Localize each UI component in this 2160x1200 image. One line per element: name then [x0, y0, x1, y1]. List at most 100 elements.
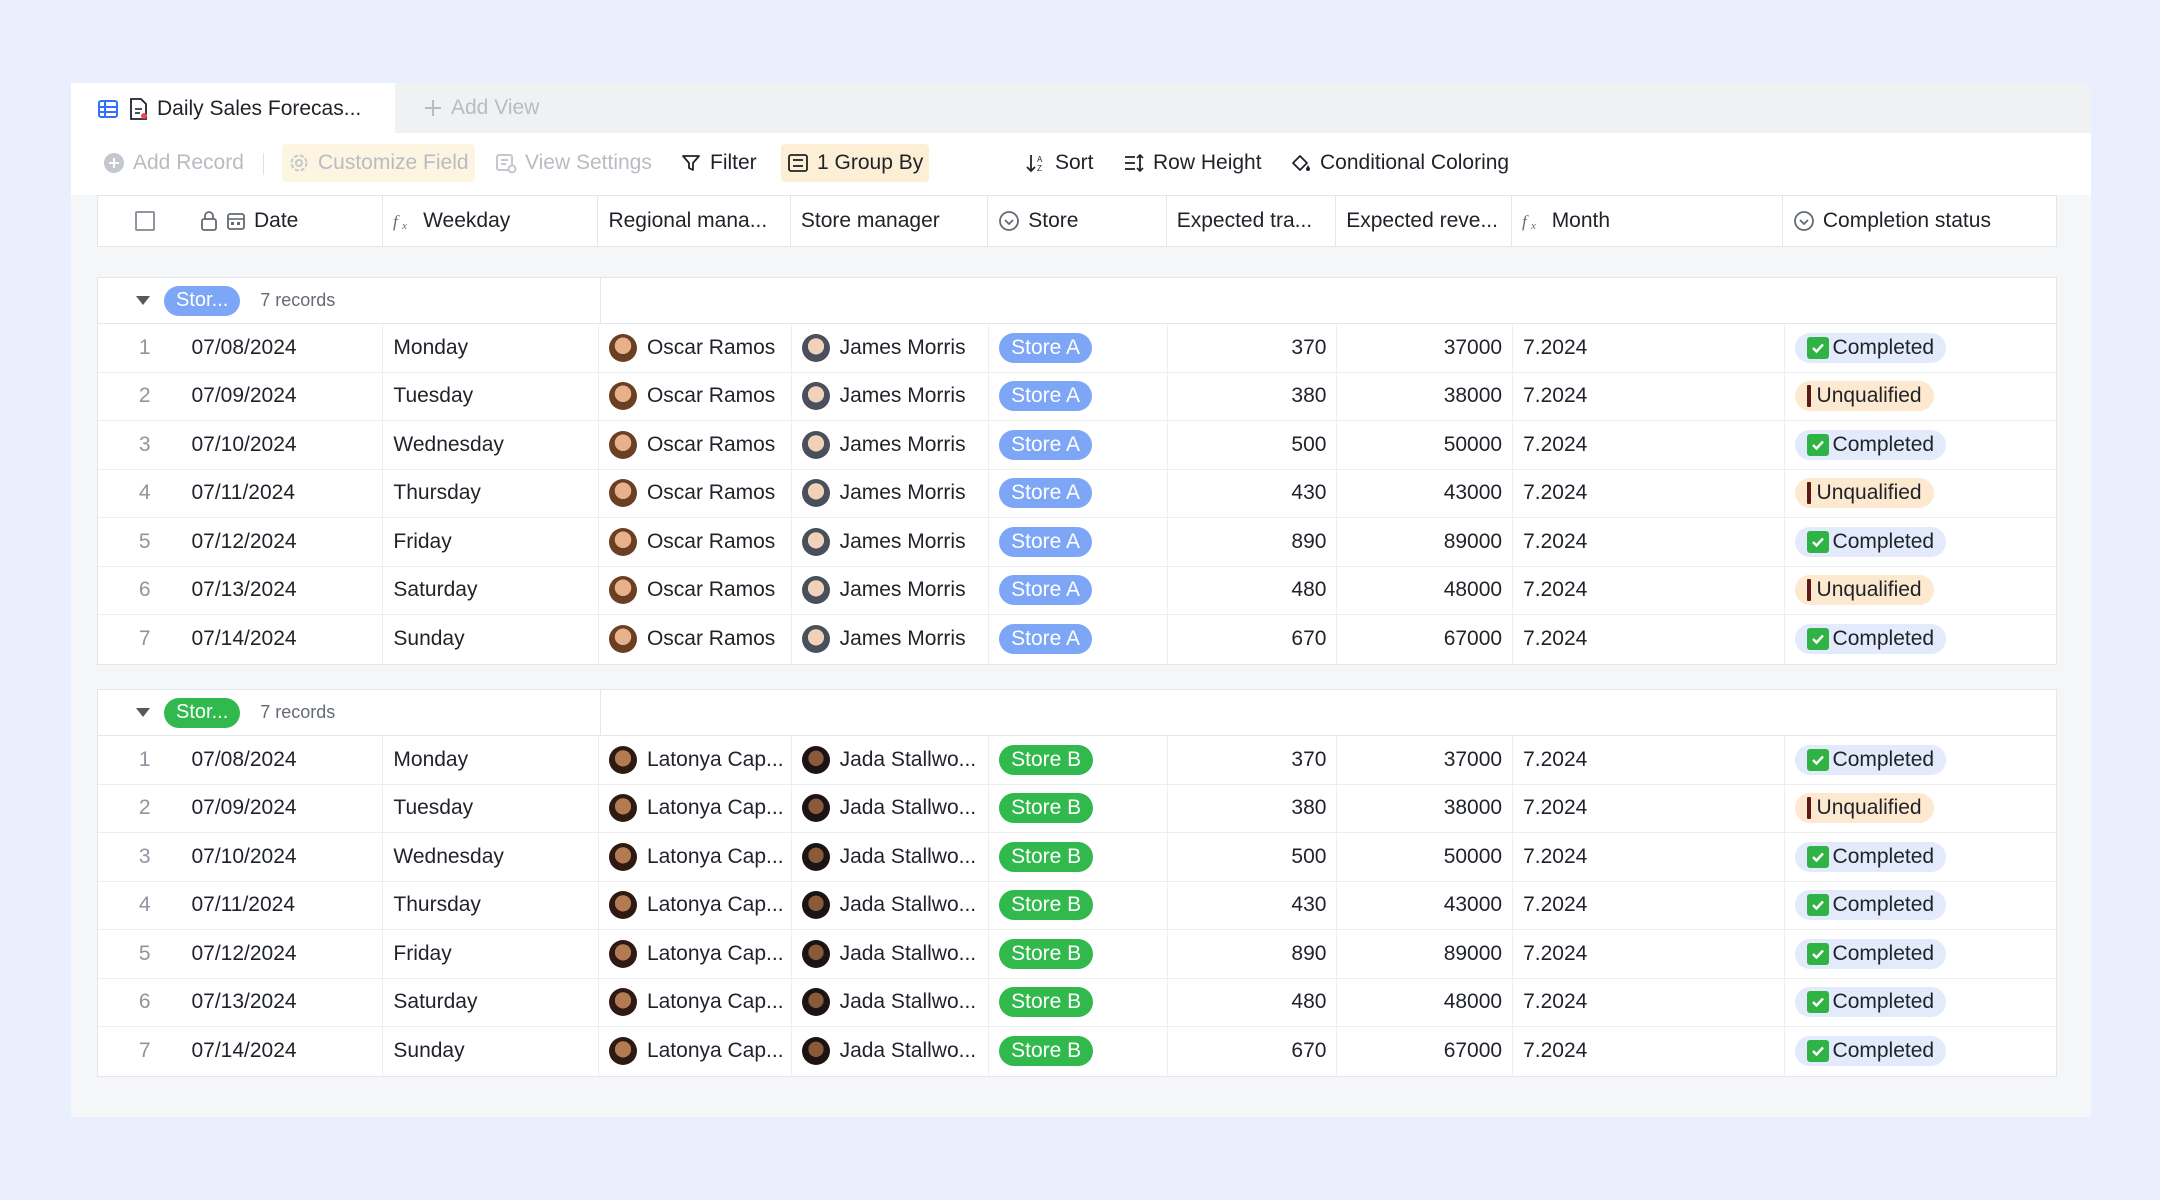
completion-status-cell[interactable]: Unqualified: [1785, 567, 2056, 615]
regional-manager-cell[interactable]: Oscar Ramos: [599, 469, 792, 517]
store-cell[interactable]: Store A: [989, 372, 1168, 420]
customize-field-button[interactable]: Customize Field: [282, 144, 475, 182]
month-cell[interactable]: 7.2024: [1513, 566, 1785, 614]
weekday-cell[interactable]: Friday: [383, 518, 599, 566]
store-manager-cell[interactable]: James Morris: [792, 372, 990, 420]
weekday-cell[interactable]: Sunday: [383, 1027, 599, 1076]
month-cell[interactable]: 7.2024: [1513, 881, 1785, 929]
regional-manager-cell[interactable]: Latonya Cap...: [599, 930, 792, 978]
store-cell[interactable]: Store A: [989, 615, 1168, 664]
add-record-button[interactable]: Add Record: [97, 144, 250, 182]
date-cell[interactable]: 5 07/12/2024: [98, 518, 384, 566]
table-row[interactable]: 6 07/13/2024 Saturday Oscar Ramos James Morr…: [98, 566, 2056, 615]
group-header[interactable]: Stor... 7 records: [98, 690, 2056, 736]
add-view-button[interactable]: Add View: [423, 83, 539, 133]
table-row[interactable]: 1 07/08/2024 Monday Latonya Cap... Jada Stal…: [98, 736, 2056, 785]
regional-manager-cell[interactable]: Oscar Ramos: [599, 372, 792, 420]
sort-button[interactable]: AZ Sort: [1019, 144, 1100, 182]
store-cell[interactable]: Store A: [989, 421, 1168, 469]
column-header-month[interactable]: fx Month: [1512, 196, 1783, 246]
completion-status-cell[interactable]: Completed: [1785, 421, 2056, 469]
expected-traffic-cell[interactable]: 480: [1168, 978, 1338, 1026]
tab-daily-sales-forecast[interactable]: Daily Sales Forecas...: [71, 83, 395, 135]
date-cell[interactable]: 1 07/08/2024: [98, 324, 384, 372]
expected-traffic-cell[interactable]: 430: [1168, 881, 1338, 929]
store-cell[interactable]: Store B: [989, 784, 1168, 832]
store-cell[interactable]: Store B: [989, 978, 1168, 1026]
expected-traffic-cell[interactable]: 500: [1168, 421, 1338, 469]
completion-status-cell[interactable]: Unqualified: [1785, 470, 2056, 518]
expected-traffic-cell[interactable]: 670: [1168, 615, 1338, 664]
expected-revenue-cell[interactable]: 67000: [1337, 615, 1514, 664]
regional-manager-cell[interactable]: Latonya Cap...: [599, 881, 792, 929]
column-header-completion-status[interactable]: Completion status: [1783, 196, 2056, 246]
weekday-cell[interactable]: Monday: [383, 736, 599, 784]
store-cell[interactable]: Store A: [989, 566, 1168, 614]
completion-status-cell[interactable]: Completed: [1785, 615, 2056, 664]
expected-traffic-cell[interactable]: 370: [1168, 324, 1338, 372]
column-header-regional-manager[interactable]: Regional mana...: [598, 196, 791, 246]
date-cell[interactable]: 3 07/10/2024: [98, 421, 384, 469]
table-row[interactable]: 6 07/13/2024 Saturday Latonya Cap... Jada St…: [98, 978, 2056, 1027]
regional-manager-cell[interactable]: Oscar Ramos: [599, 615, 792, 664]
store-manager-cell[interactable]: Jada Stallwo...: [792, 881, 990, 929]
weekday-cell[interactable]: Tuesday: [383, 372, 599, 420]
expected-revenue-cell[interactable]: 50000: [1337, 421, 1514, 469]
weekday-cell[interactable]: Wednesday: [383, 421, 599, 469]
store-cell[interactable]: Store B: [989, 1027, 1168, 1076]
row-height-button[interactable]: Row Height: [1117, 144, 1268, 182]
group-by-button[interactable]: 1 Group By: [781, 144, 930, 182]
expected-traffic-cell[interactable]: 890: [1168, 518, 1338, 566]
column-header-expected-traffic[interactable]: Expected tra...: [1167, 196, 1337, 246]
store-manager-cell[interactable]: James Morris: [792, 566, 990, 614]
store-manager-cell[interactable]: Jada Stallwo...: [792, 736, 990, 784]
store-manager-cell[interactable]: James Morris: [792, 469, 990, 517]
date-cell[interactable]: 7 07/14/2024: [98, 615, 384, 664]
expected-revenue-cell[interactable]: 38000: [1337, 784, 1514, 832]
expected-revenue-cell[interactable]: 48000: [1337, 978, 1514, 1026]
table-row[interactable]: 4 07/11/2024 Thursday Latonya Cap... Jada St…: [98, 881, 2056, 930]
store-cell[interactable]: Store B: [989, 881, 1168, 929]
table-row[interactable]: 4 07/11/2024 Thursday Oscar Ramos James Morr…: [98, 469, 2056, 518]
weekday-cell[interactable]: Sunday: [383, 615, 599, 664]
table-row[interactable]: 1 07/08/2024 Monday Oscar Ramos James Morris…: [98, 324, 2056, 373]
regional-manager-cell[interactable]: Latonya Cap...: [599, 736, 792, 784]
table-row[interactable]: 2 07/09/2024 Tuesday Oscar Ramos James Morri…: [98, 372, 2056, 421]
store-manager-cell[interactable]: James Morris: [792, 324, 990, 372]
group-header[interactable]: Stor... 7 records: [98, 278, 2056, 324]
expected-traffic-cell[interactable]: 670: [1168, 1027, 1338, 1076]
weekday-cell[interactable]: Wednesday: [383, 833, 599, 881]
completion-status-cell[interactable]: Completed: [1785, 833, 2056, 881]
expected-revenue-cell[interactable]: 50000: [1337, 833, 1514, 881]
expected-revenue-cell[interactable]: 38000: [1337, 372, 1514, 420]
store-manager-cell[interactable]: James Morris: [792, 518, 990, 566]
completion-status-cell[interactable]: Unqualified: [1785, 373, 2056, 421]
expected-traffic-cell[interactable]: 430: [1168, 469, 1338, 517]
store-cell[interactable]: Store A: [989, 469, 1168, 517]
completion-status-cell[interactable]: Completed: [1785, 324, 2056, 372]
store-cell[interactable]: Store B: [989, 930, 1168, 978]
regional-manager-cell[interactable]: Oscar Ramos: [599, 324, 792, 372]
completion-status-cell[interactable]: Completed: [1785, 1027, 2056, 1076]
table-row[interactable]: 2 07/09/2024 Tuesday Latonya Cap... Jada Sta…: [98, 784, 2056, 833]
regional-manager-cell[interactable]: Latonya Cap...: [599, 784, 792, 832]
completion-status-cell[interactable]: Completed: [1785, 882, 2056, 930]
table-row[interactable]: 3 07/10/2024 Wednesday Latonya Cap... Jada S…: [98, 833, 2056, 882]
conditional-coloring-button[interactable]: Conditional Coloring: [1284, 144, 1515, 182]
weekday-cell[interactable]: Saturday: [383, 566, 599, 614]
store-manager-cell[interactable]: Jada Stallwo...: [792, 784, 990, 832]
date-cell[interactable]: 4 07/11/2024: [98, 469, 384, 517]
store-manager-cell[interactable]: Jada Stallwo...: [792, 1027, 990, 1076]
store-manager-cell[interactable]: James Morris: [792, 615, 990, 664]
completion-status-cell[interactable]: Completed: [1785, 930, 2056, 978]
expected-traffic-cell[interactable]: 380: [1168, 784, 1338, 832]
expected-traffic-cell[interactable]: 890: [1168, 930, 1338, 978]
collapse-caret-icon[interactable]: [136, 296, 150, 305]
weekday-cell[interactable]: Monday: [383, 324, 599, 372]
select-all-checkbox[interactable]: [135, 211, 155, 231]
month-cell[interactable]: 7.2024: [1513, 833, 1785, 881]
column-header-expected-revenue[interactable]: Expected reve...: [1336, 196, 1512, 246]
date-cell[interactable]: 7 07/14/2024: [98, 1027, 384, 1076]
store-manager-cell[interactable]: Jada Stallwo...: [792, 930, 990, 978]
store-cell[interactable]: Store B: [989, 833, 1168, 881]
